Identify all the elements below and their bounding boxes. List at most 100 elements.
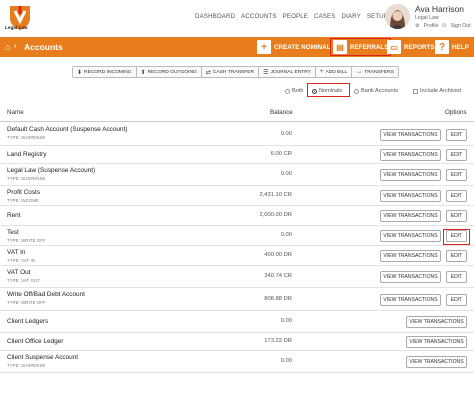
nav-accounts[interactable]: ACCOUNTS: [241, 13, 277, 20]
account-balance: 0.00: [280, 358, 292, 364]
nav-diary[interactable]: DIARY: [342, 13, 361, 20]
edit-button[interactable]: EDIT: [446, 129, 467, 141]
table-row: Profit Costs TYPE: INCOME 2,431.10 CR VIEW …: [0, 186, 474, 206]
account-type: TYPE: VAT IN: [7, 258, 35, 263]
table-row: Default Cash Account (Suspense Account) T…: [0, 123, 474, 146]
header-balance: Balance: [270, 109, 293, 116]
user-photo-icon: [385, 4, 410, 29]
question-icon: ?: [435, 40, 449, 54]
account-type: TYPE: VAT OUT: [7, 278, 40, 283]
include-archived-checkbox[interactable]: Include Archived: [413, 88, 461, 94]
edit-button[interactable]: EDIT: [446, 190, 467, 202]
record-incoming-label: RECORD INCOMING: [84, 69, 132, 75]
view-transactions-button[interactable]: VIEW TRANSACTIONS: [380, 271, 441, 283]
cash-transfer-button[interactable]: ⇄ CASH TRANSFER: [201, 67, 260, 77]
transfers-label: TRANSFERS: [364, 69, 394, 75]
referrals-label: REFERRALS: [350, 43, 389, 51]
transfers-icon: ↔: [356, 69, 363, 75]
account-balance: 173.22 DR: [264, 338, 292, 344]
plus-icon: +: [257, 40, 271, 54]
account-name: VAT Out: [7, 269, 31, 276]
view-transactions-button[interactable]: VIEW TRANSACTIONS: [380, 169, 441, 181]
journal-entry-button[interactable]: ☰ JOURNAL ENTRY: [259, 67, 316, 77]
view-transactions-button[interactable]: VIEW TRANSACTIONS: [380, 190, 441, 202]
help-button[interactable]: ? HELP: [435, 37, 469, 57]
page-title: Accounts: [24, 42, 63, 52]
account-balance: 340.74 CR: [264, 273, 292, 279]
account-balance: 808.88 DR: [264, 296, 292, 302]
account-type: TYPE: INCOME: [7, 198, 39, 203]
create-nominal-button[interactable]: + CREATE NOMINAL: [257, 37, 331, 57]
highlight-box: [443, 229, 470, 245]
table-row: Client Suspense Account TYPE: SUSPENSE 0.0…: [0, 351, 474, 373]
filter-both-label: Both: [292, 88, 304, 94]
account-type: TYPE: WRITE OFF: [7, 300, 46, 305]
account-name: Rent: [7, 212, 21, 219]
avatar[interactable]: [385, 4, 410, 29]
table-row: VAT In TYPE: VAT IN 400.00 DR VIEW TRANSACT…: [0, 246, 474, 266]
edit-button[interactable]: EDIT: [446, 294, 467, 306]
journal-icon: ☰: [263, 69, 269, 76]
account-balance: 0.00: [280, 318, 292, 324]
filter-bank-accounts[interactable]: Bank Accounts: [354, 88, 398, 94]
view-transactions-button[interactable]: VIEW TRANSACTIONS: [380, 250, 441, 262]
record-outgoing-button[interactable]: ⬆ RECORD OUTGOING: [136, 67, 202, 77]
account-balance: 6.00 CR: [270, 151, 292, 157]
gear-icon[interactable]: ⚙: [415, 23, 420, 30]
radio-icon: [285, 88, 290, 94]
journal-entry-label: JOURNAL ENTRY: [270, 69, 311, 75]
nav-dashboard[interactable]: DASHBOARD: [195, 13, 235, 20]
reports-label: REPORTS: [404, 43, 435, 51]
chevron-right-icon: ›: [14, 43, 17, 50]
record-incoming-button[interactable]: ⬇ RECORD INCOMING: [73, 67, 137, 77]
account-type: TYPE: SUSPENSE: [7, 135, 46, 140]
edit-button[interactable]: EDIT: [446, 210, 467, 222]
nav-cases[interactable]: CASES: [314, 13, 335, 20]
record-outgoing-label: RECORD OUTGOING: [147, 69, 197, 75]
account-name: Client Ledgers: [7, 318, 49, 325]
signout-icon[interactable]: ⏻: [442, 23, 446, 30]
filter-bank-label: Bank Accounts: [361, 88, 399, 94]
filter-row: Both Nominals Bank Accounts Include Arch…: [0, 87, 474, 99]
user-role: Legal Law: [415, 15, 439, 21]
add-bill-button[interactable]: + ADD BILL: [315, 67, 353, 77]
profile-link[interactable]: Profile: [424, 23, 439, 30]
page-header-bar: ⌂ › Accounts + CREATE NOMINAL ▤ REFERRAL…: [0, 37, 474, 57]
view-transactions-button[interactable]: VIEW TRANSACTIONS: [380, 129, 441, 141]
edit-button[interactable]: EDIT: [446, 250, 467, 262]
account-balance: 2,000.00 DR: [259, 212, 292, 218]
home-icon[interactable]: ⌂: [5, 42, 10, 52]
filter-both[interactable]: Both: [285, 88, 304, 94]
reports-button[interactable]: ▭ REPORTS: [387, 37, 434, 57]
view-transactions-button[interactable]: VIEW TRANSACTIONS: [380, 149, 441, 161]
checkbox-icon: [413, 88, 418, 94]
referrals-button[interactable]: ▤ REFERRALS: [330, 38, 392, 56]
edit-button[interactable]: EDIT: [446, 169, 467, 181]
view-transactions-button[interactable]: VIEW TRANSACTIONS: [380, 210, 441, 222]
view-transactions-button[interactable]: VIEW TRANSACTIONS: [380, 230, 441, 242]
account-name: Land Registry: [7, 151, 47, 158]
account-balance: 0.00: [280, 171, 292, 177]
table-row: Legal Law (Suspense Account) TYPE: SUSPEN…: [0, 164, 474, 186]
table-row: Test TYPE: WRITE OFF 0.00 VIEW TRANSACTIONS…: [0, 226, 474, 246]
include-archived-label: Include Archived: [420, 88, 462, 94]
account-name: Client Suspense Account: [7, 354, 79, 361]
plus-icon: +: [319, 69, 324, 75]
radio-icon: [354, 88, 359, 94]
account-name: Write Off/Bad Debt Account: [7, 291, 85, 298]
nav-people[interactable]: PEOPLE: [283, 13, 308, 20]
view-transactions-button[interactable]: VIEW TRANSACTIONS: [380, 294, 441, 306]
top-header: Legal Law DASHBOARD ACCOUNTS PEOPLE CASE…: [0, 0, 474, 36]
view-transactions-button[interactable]: VIEW TRANSACTIONS: [406, 356, 467, 368]
table-row: Rent 2,000.00 DR VIEW TRANSACTIONS EDIT: [0, 206, 474, 226]
user-name: Ava Harrison: [415, 4, 464, 14]
account-type: TYPE: SUSPENSE: [7, 363, 46, 368]
table-header: Name Balance Options: [0, 104, 474, 122]
referrals-icon: ▤: [333, 40, 347, 54]
edit-button[interactable]: EDIT: [446, 271, 467, 283]
signout-link[interactable]: Sign Out: [450, 23, 470, 30]
view-transactions-button[interactable]: VIEW TRANSACTIONS: [406, 336, 467, 348]
transfers-button[interactable]: ↔ TRANSFERS: [352, 67, 398, 77]
edit-button[interactable]: EDIT: [446, 149, 467, 161]
view-transactions-button[interactable]: VIEW TRANSACTIONS: [406, 316, 467, 328]
